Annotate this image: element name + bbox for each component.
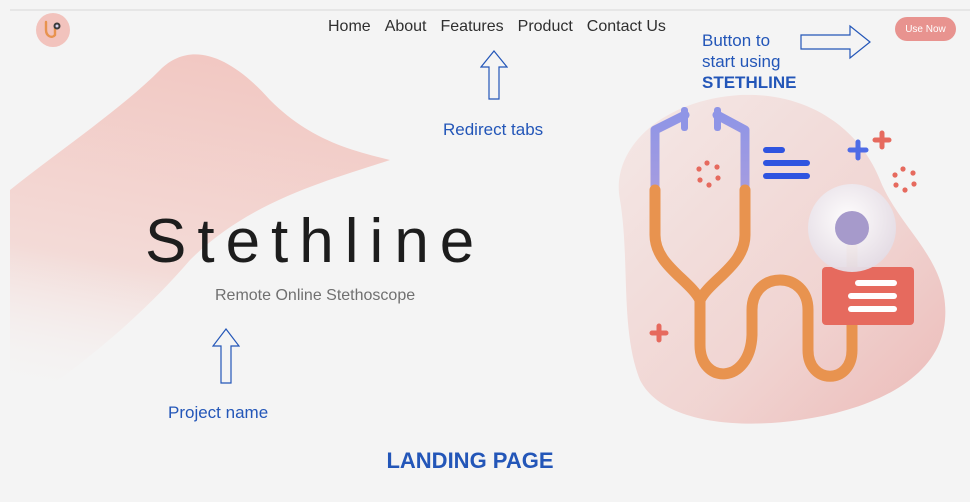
nav-item-features[interactable]: Features	[441, 18, 504, 36]
arrow-up-icon	[212, 328, 240, 384]
use-now-button[interactable]: Use Now	[895, 17, 956, 41]
nav-item-product[interactable]: Product	[518, 18, 573, 36]
annotation-button-note: Button to start using STETHLINE	[702, 30, 796, 93]
nav-item-about[interactable]: About	[385, 18, 427, 36]
nav-item-contact-us[interactable]: Contact Us	[587, 18, 666, 36]
arrow-right-icon	[800, 24, 871, 60]
stethoscope-illustration	[649, 107, 917, 382]
hero-title: Stethline	[145, 207, 486, 276]
annotation-landing-page: LANDING PAGE	[386, 448, 554, 473]
nav-item-home[interactable]: Home	[328, 18, 371, 36]
annotation-button-line1: Button to	[702, 31, 771, 50]
arrow-up-icon	[480, 50, 508, 100]
nav-bar: Home About Features Product Contact Us	[328, 18, 666, 36]
landing-page-screenshot: Home About Features Product Contact Us U…	[0, 0, 970, 502]
hero-subtitle: Remote Online Stethoscope	[215, 287, 416, 304]
logo-icon[interactable]	[35, 12, 71, 48]
annotation-project-name: Project name	[168, 403, 269, 422]
annotation-button-line2: start using	[702, 52, 781, 71]
annotation-redirect-tabs: Redirect tabs	[443, 120, 544, 139]
